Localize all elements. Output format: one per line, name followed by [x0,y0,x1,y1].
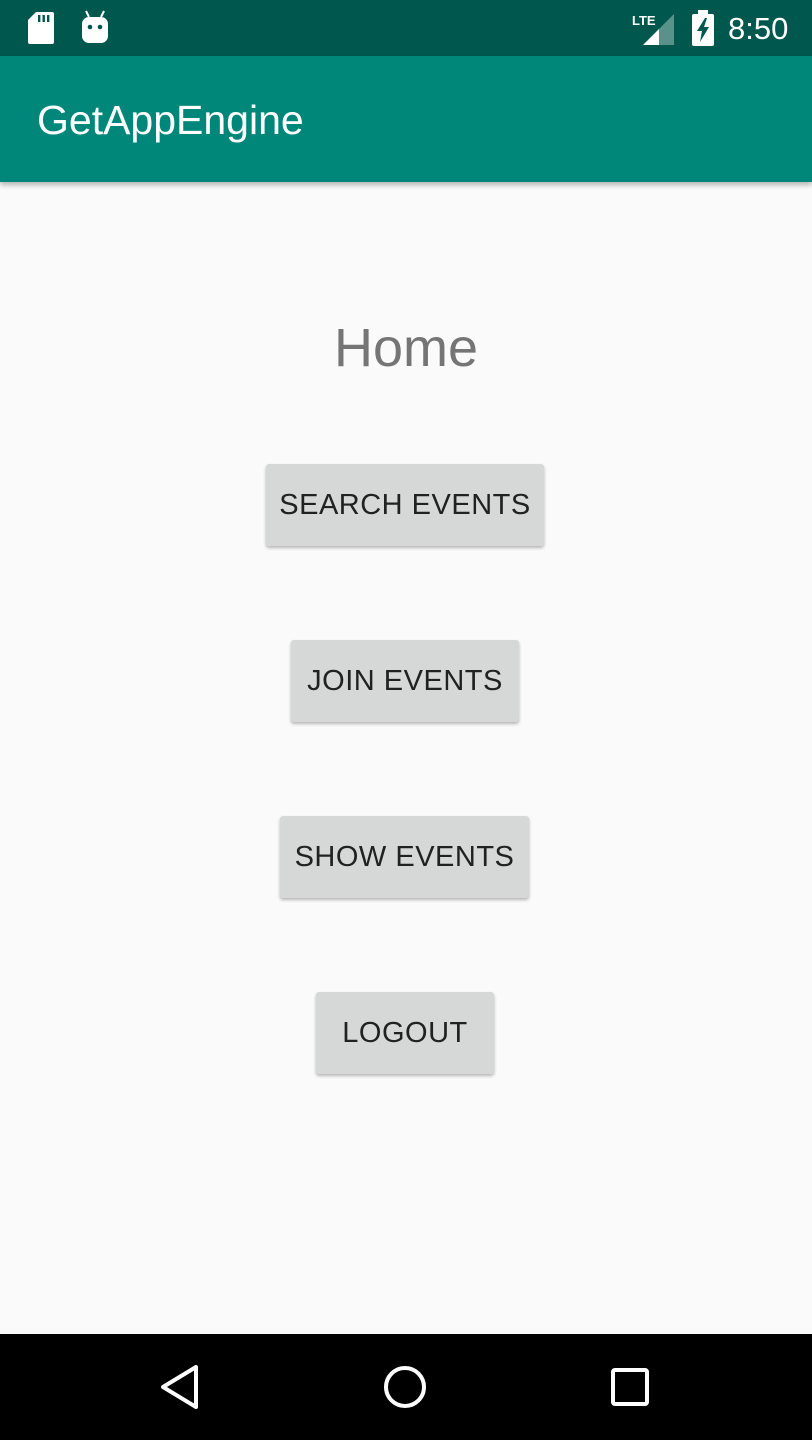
logout-button[interactable]: LOGOUT [316,992,494,1074]
join-events-button[interactable]: JOIN EVENTS [291,640,519,722]
search-events-button[interactable]: SEARCH EVENTS [266,464,544,546]
home-icon[interactable] [380,1362,430,1412]
page-title: Home [333,318,479,378]
status-time: 8:50 [728,11,789,46]
screen: LTE 8:50 GetAppEngine Home SEARCH EVENTS… [0,0,812,1440]
lte-signal-icon: LTE [632,13,674,45]
navigation-bar [0,1334,812,1440]
svg-text:LTE: LTE [632,13,656,28]
recents-icon[interactable] [605,1362,655,1412]
show-events-button[interactable]: SHOW EVENTS [280,816,529,898]
android-icon [82,10,108,43]
sd-card-icon [28,12,54,44]
battery-charging-icon [692,10,714,46]
back-icon[interactable] [156,1362,206,1412]
app-bar: GetAppEngine [0,56,812,182]
status-bar: LTE 8:50 [0,0,812,56]
app-title: GetAppEngine [37,97,304,143]
